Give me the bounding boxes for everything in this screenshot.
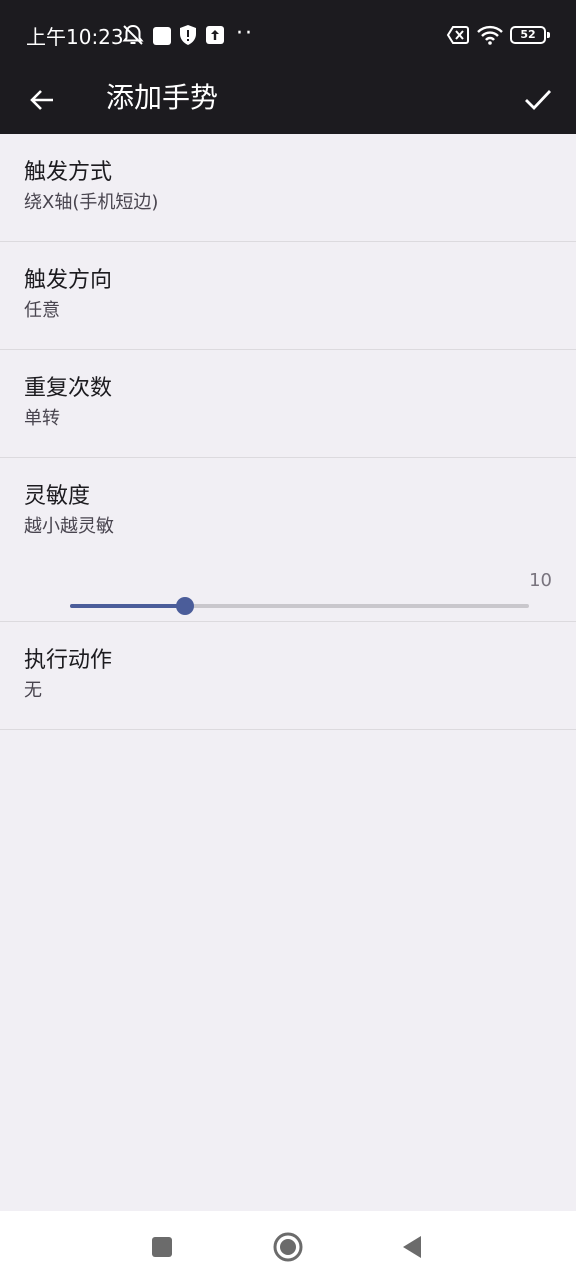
- more-notifications-dots: ··: [236, 21, 254, 46]
- checkmark-icon: [525, 90, 552, 111]
- nav-back-button[interactable]: [392, 1227, 432, 1267]
- trigger-direction-title: 触发方向: [24, 268, 113, 293]
- shield-alert-icon: [180, 25, 196, 45]
- status-time: 上午10:23: [26, 25, 124, 49]
- mute-notifications-icon: [122, 24, 144, 45]
- repeat-count-title: 重复次数: [24, 376, 113, 401]
- battery-icon: 52: [510, 26, 550, 44]
- page-title: 添加手势: [106, 81, 219, 114]
- home-button[interactable]: [268, 1227, 308, 1267]
- home-circle-icon: [273, 1232, 303, 1262]
- sensitivity-slider-fill: [70, 604, 185, 608]
- battery-level: 52: [520, 28, 536, 41]
- sensitivity-slider[interactable]: [70, 597, 529, 615]
- back-triangle-icon: [403, 1236, 421, 1258]
- wifi-icon: [477, 25, 503, 45]
- trigger-mode-setting[interactable]: 触发方式 绕X轴(手机短边): [0, 134, 576, 242]
- back-button[interactable]: [22, 80, 62, 120]
- app-bar: 添加手势: [0, 72, 576, 134]
- repeat-count-setting[interactable]: 重复次数 单转: [0, 350, 576, 458]
- action-title: 执行动作: [24, 648, 113, 673]
- repeat-count-value: 单转: [24, 408, 60, 429]
- trigger-direction-value: 任意: [24, 300, 60, 321]
- trigger-mode-title: 触发方式: [24, 160, 113, 185]
- sensitivity-value-label: 10: [529, 570, 552, 591]
- square-notification-icon: [153, 27, 171, 45]
- settings-list: 触发方式 绕X轴(手机短边) 触发方向 任意 重复次数 单转 灵敏度 越小越灵敏…: [0, 134, 576, 730]
- trigger-direction-setting[interactable]: 触发方向 任意: [0, 242, 576, 350]
- upload-icon: [206, 26, 224, 44]
- arrow-back-icon: [30, 90, 53, 110]
- action-value: 无: [24, 680, 42, 701]
- status-bar: 上午10:23 ·· 52: [0, 0, 576, 72]
- sensitivity-description: 越小越灵敏: [24, 516, 114, 537]
- action-setting[interactable]: 执行动作 无: [0, 622, 576, 730]
- recents-square-icon: [152, 1237, 172, 1257]
- trigger-mode-value: 绕X轴(手机短边): [24, 192, 159, 213]
- recents-button[interactable]: [142, 1227, 182, 1267]
- no-sim-icon: [446, 26, 469, 44]
- system-nav-bar: [0, 1211, 576, 1280]
- sensitivity-slider-thumb[interactable]: [175, 597, 194, 615]
- confirm-button[interactable]: [516, 78, 560, 122]
- sensitivity-title: 灵敏度: [24, 484, 91, 509]
- sensitivity-setting: 灵敏度 越小越灵敏 10: [0, 458, 576, 622]
